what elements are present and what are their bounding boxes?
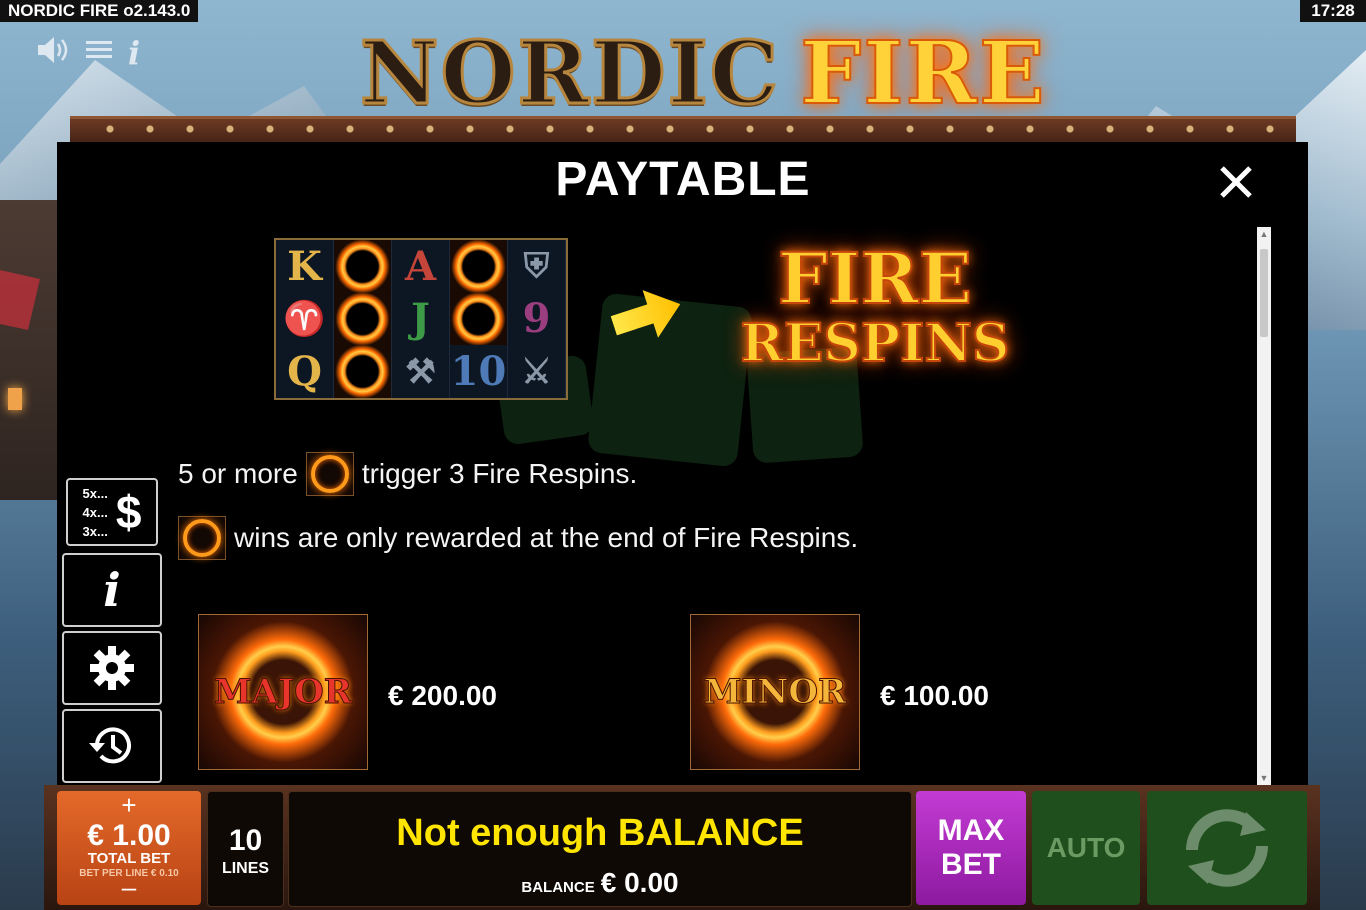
major-jackpot-icon: MAJOR — [198, 614, 368, 770]
menu-icon[interactable] — [84, 37, 114, 70]
max-bet-line2: BET — [941, 848, 1001, 881]
reel-symbol: A — [392, 240, 450, 293]
scroll-down-icon[interactable]: ▼ — [1257, 771, 1271, 785]
hammer-icon: ⚒ — [392, 345, 450, 398]
message-panel: Not enough BALANCE BALANCE € 0.00 — [288, 791, 912, 907]
lines-label: LINES — [221, 860, 270, 877]
gear-icon — [90, 646, 134, 690]
reel-symbol: 9 — [508, 292, 566, 346]
bet-increase-icon[interactable]: + — [57, 792, 201, 818]
history-button[interactable] — [62, 709, 162, 783]
close-button[interactable] — [1214, 162, 1258, 206]
reel-symbol: K — [276, 240, 334, 293]
spin-button[interactable] — [1147, 791, 1307, 905]
lines-display: 10 LINES — [207, 791, 284, 907]
reward-rule-text: wins are only rewarded at the end of Fir… — [234, 522, 859, 553]
info-button[interactable]: i — [62, 553, 162, 627]
max-bet-button[interactable]: MAX BET — [916, 791, 1026, 905]
fire-coin-icon — [178, 516, 226, 560]
trigger-rule: 5 or more trigger 3 Fire Respins. — [178, 452, 637, 496]
paytable-button-rows: 5x... 4x... 3x... — [82, 485, 108, 539]
reel-symbol: 10 — [450, 345, 508, 398]
fire-coin-icon — [334, 240, 392, 293]
scroll-up-icon[interactable]: ▲ — [1257, 227, 1271, 241]
history-icon — [89, 727, 131, 764]
max-bet-line1: MAX — [937, 814, 1005, 847]
app-title: NORDIC FIRE o2.143.0 — [0, 0, 199, 22]
minor-label: MINOR — [703, 672, 847, 713]
reward-rule: wins are only rewarded at the end of Fir… — [178, 516, 858, 560]
info-icon: i — [103, 563, 121, 617]
top-icon-bar: i — [36, 34, 140, 72]
helmet-icon: ⛨ — [508, 240, 566, 293]
minor-jackpot-icon: MINOR — [690, 614, 860, 770]
total-bet-amount: € 1.00 — [87, 819, 171, 852]
paytable-button[interactable]: 5x... 4x... 3x... $ — [66, 478, 158, 546]
horn-icon: ♈ — [276, 292, 334, 346]
reel-symbol: Q — [276, 345, 334, 398]
paytable-title: PAYTABLE — [555, 153, 811, 206]
paytable-scrollbar[interactable]: ▲ ▼ — [1257, 227, 1271, 785]
fire-coin-icon — [305, 452, 354, 496]
minor-value: € 100.00 — [880, 680, 989, 711]
fire-coin-icon — [334, 292, 392, 346]
balance-row: BALANCE € 0.00 — [289, 867, 911, 899]
dollar-icon: $ — [115, 486, 142, 538]
trigger-rule-suffix: trigger 3 Fire Respins. — [361, 458, 638, 489]
lines-count: 10 — [228, 824, 263, 857]
major-value: € 200.00 — [388, 680, 497, 711]
scroll-thumb[interactable] — [1260, 249, 1268, 337]
spin-icon — [1186, 809, 1268, 887]
fire-coin-icon — [450, 240, 508, 293]
balance-label: BALANCE — [521, 879, 595, 896]
viking-icon: ⚔ — [508, 345, 566, 398]
total-bet-control[interactable]: + € 1.00 TOTAL BET BET PER LINE € 0.10 – — [57, 791, 201, 905]
reel-symbol: J — [392, 292, 450, 346]
settings-button[interactable] — [62, 631, 162, 705]
auto-button[interactable]: AUTO — [1032, 791, 1140, 905]
major-label: MAJOR — [214, 672, 353, 713]
close-icon — [1220, 166, 1252, 198]
speaker-icon[interactable] — [36, 35, 70, 72]
fire-coin-icon — [334, 345, 392, 398]
reel-frame-studs — [90, 124, 1276, 134]
clock: 17:28 — [1300, 0, 1366, 22]
status-message: Not enough BALANCE — [396, 812, 804, 854]
info-icon[interactable]: i — [128, 34, 140, 72]
house-window — [8, 388, 22, 410]
fire-coin-icon — [450, 292, 508, 346]
fire-respins-line1: FIRE — [777, 237, 973, 320]
background-house — [0, 200, 60, 500]
example-reel-grid: K A ⛨ ♈ J 9 Q ⚒ 10 ⚔ — [274, 238, 568, 400]
logo-nordic: NORDIC — [358, 21, 781, 125]
balance-value: € 0.00 — [600, 867, 679, 898]
trigger-rule-prefix: 5 or more — [178, 458, 298, 489]
fire-respins-line2: RESPINS — [740, 313, 1011, 374]
fire-respins-title: FIRE RESPINS — [725, 237, 1025, 374]
logo-fire: FIRE — [799, 22, 1047, 125]
total-bet-label: TOTAL BET — [87, 850, 171, 867]
game-logo: NORDIC FIRE — [358, 18, 1045, 128]
bet-decrease-icon[interactable]: – — [57, 874, 201, 900]
